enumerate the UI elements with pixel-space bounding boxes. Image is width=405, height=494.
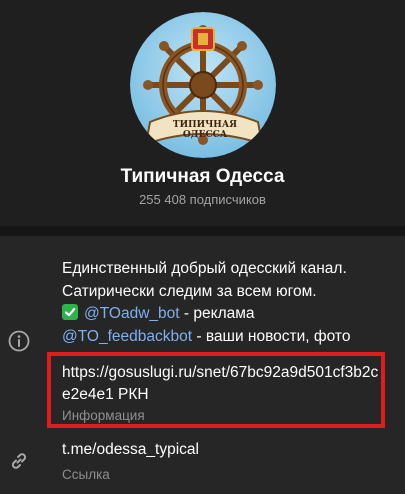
description-line: Единственный добрый одесский канал.: [62, 260, 347, 277]
channel-header: ТИПИЧНАЯ ОДЕССА Типичная Одесса 255 408 …: [0, 0, 405, 226]
avatar-banner-text: ТИПИЧНАЯ ОДЕССА: [172, 120, 238, 140]
section-divider: [0, 226, 405, 236]
mention-link-feedback-bot[interactable]: @TO_feedbackbot: [62, 328, 192, 345]
subscriber-count: 255 408 подписчиков: [139, 192, 266, 207]
description-text: - ваши новости, фото: [192, 327, 351, 345]
mention-link-adw-bot[interactable]: @TOadw_bot: [84, 305, 180, 322]
link-icon: [8, 450, 30, 472]
channel-avatar[interactable]: ТИПИЧНАЯ ОДЕССА: [130, 12, 276, 158]
channel-description: Единственный добрый одесский канал. Сати…: [62, 258, 392, 348]
channel-title: Типичная Одесса: [120, 166, 285, 187]
description-line: @TOadw_bot - реклама: [62, 303, 392, 326]
channel-info-page: ТИПИЧНАЯ ОДЕССА Типичная Одесса 255 408 …: [0, 0, 405, 494]
description-text: - реклама: [179, 305, 255, 322]
description-line: Сатирически следим за всем югом.: [62, 282, 317, 300]
channel-link[interactable]: t.me/odessa_typical: [62, 441, 199, 459]
info-icon: [8, 330, 30, 352]
check-mark-emoji-icon: [62, 304, 78, 320]
info-url[interactable]: https://gosuslugi.ru/snet/67bc92a9d501cf…: [62, 362, 386, 406]
info-caption: Информация: [62, 408, 145, 423]
description-line: @TO_feedbackbot - ваши новости, фото: [62, 326, 392, 349]
link-caption: Ссылка: [62, 467, 110, 482]
